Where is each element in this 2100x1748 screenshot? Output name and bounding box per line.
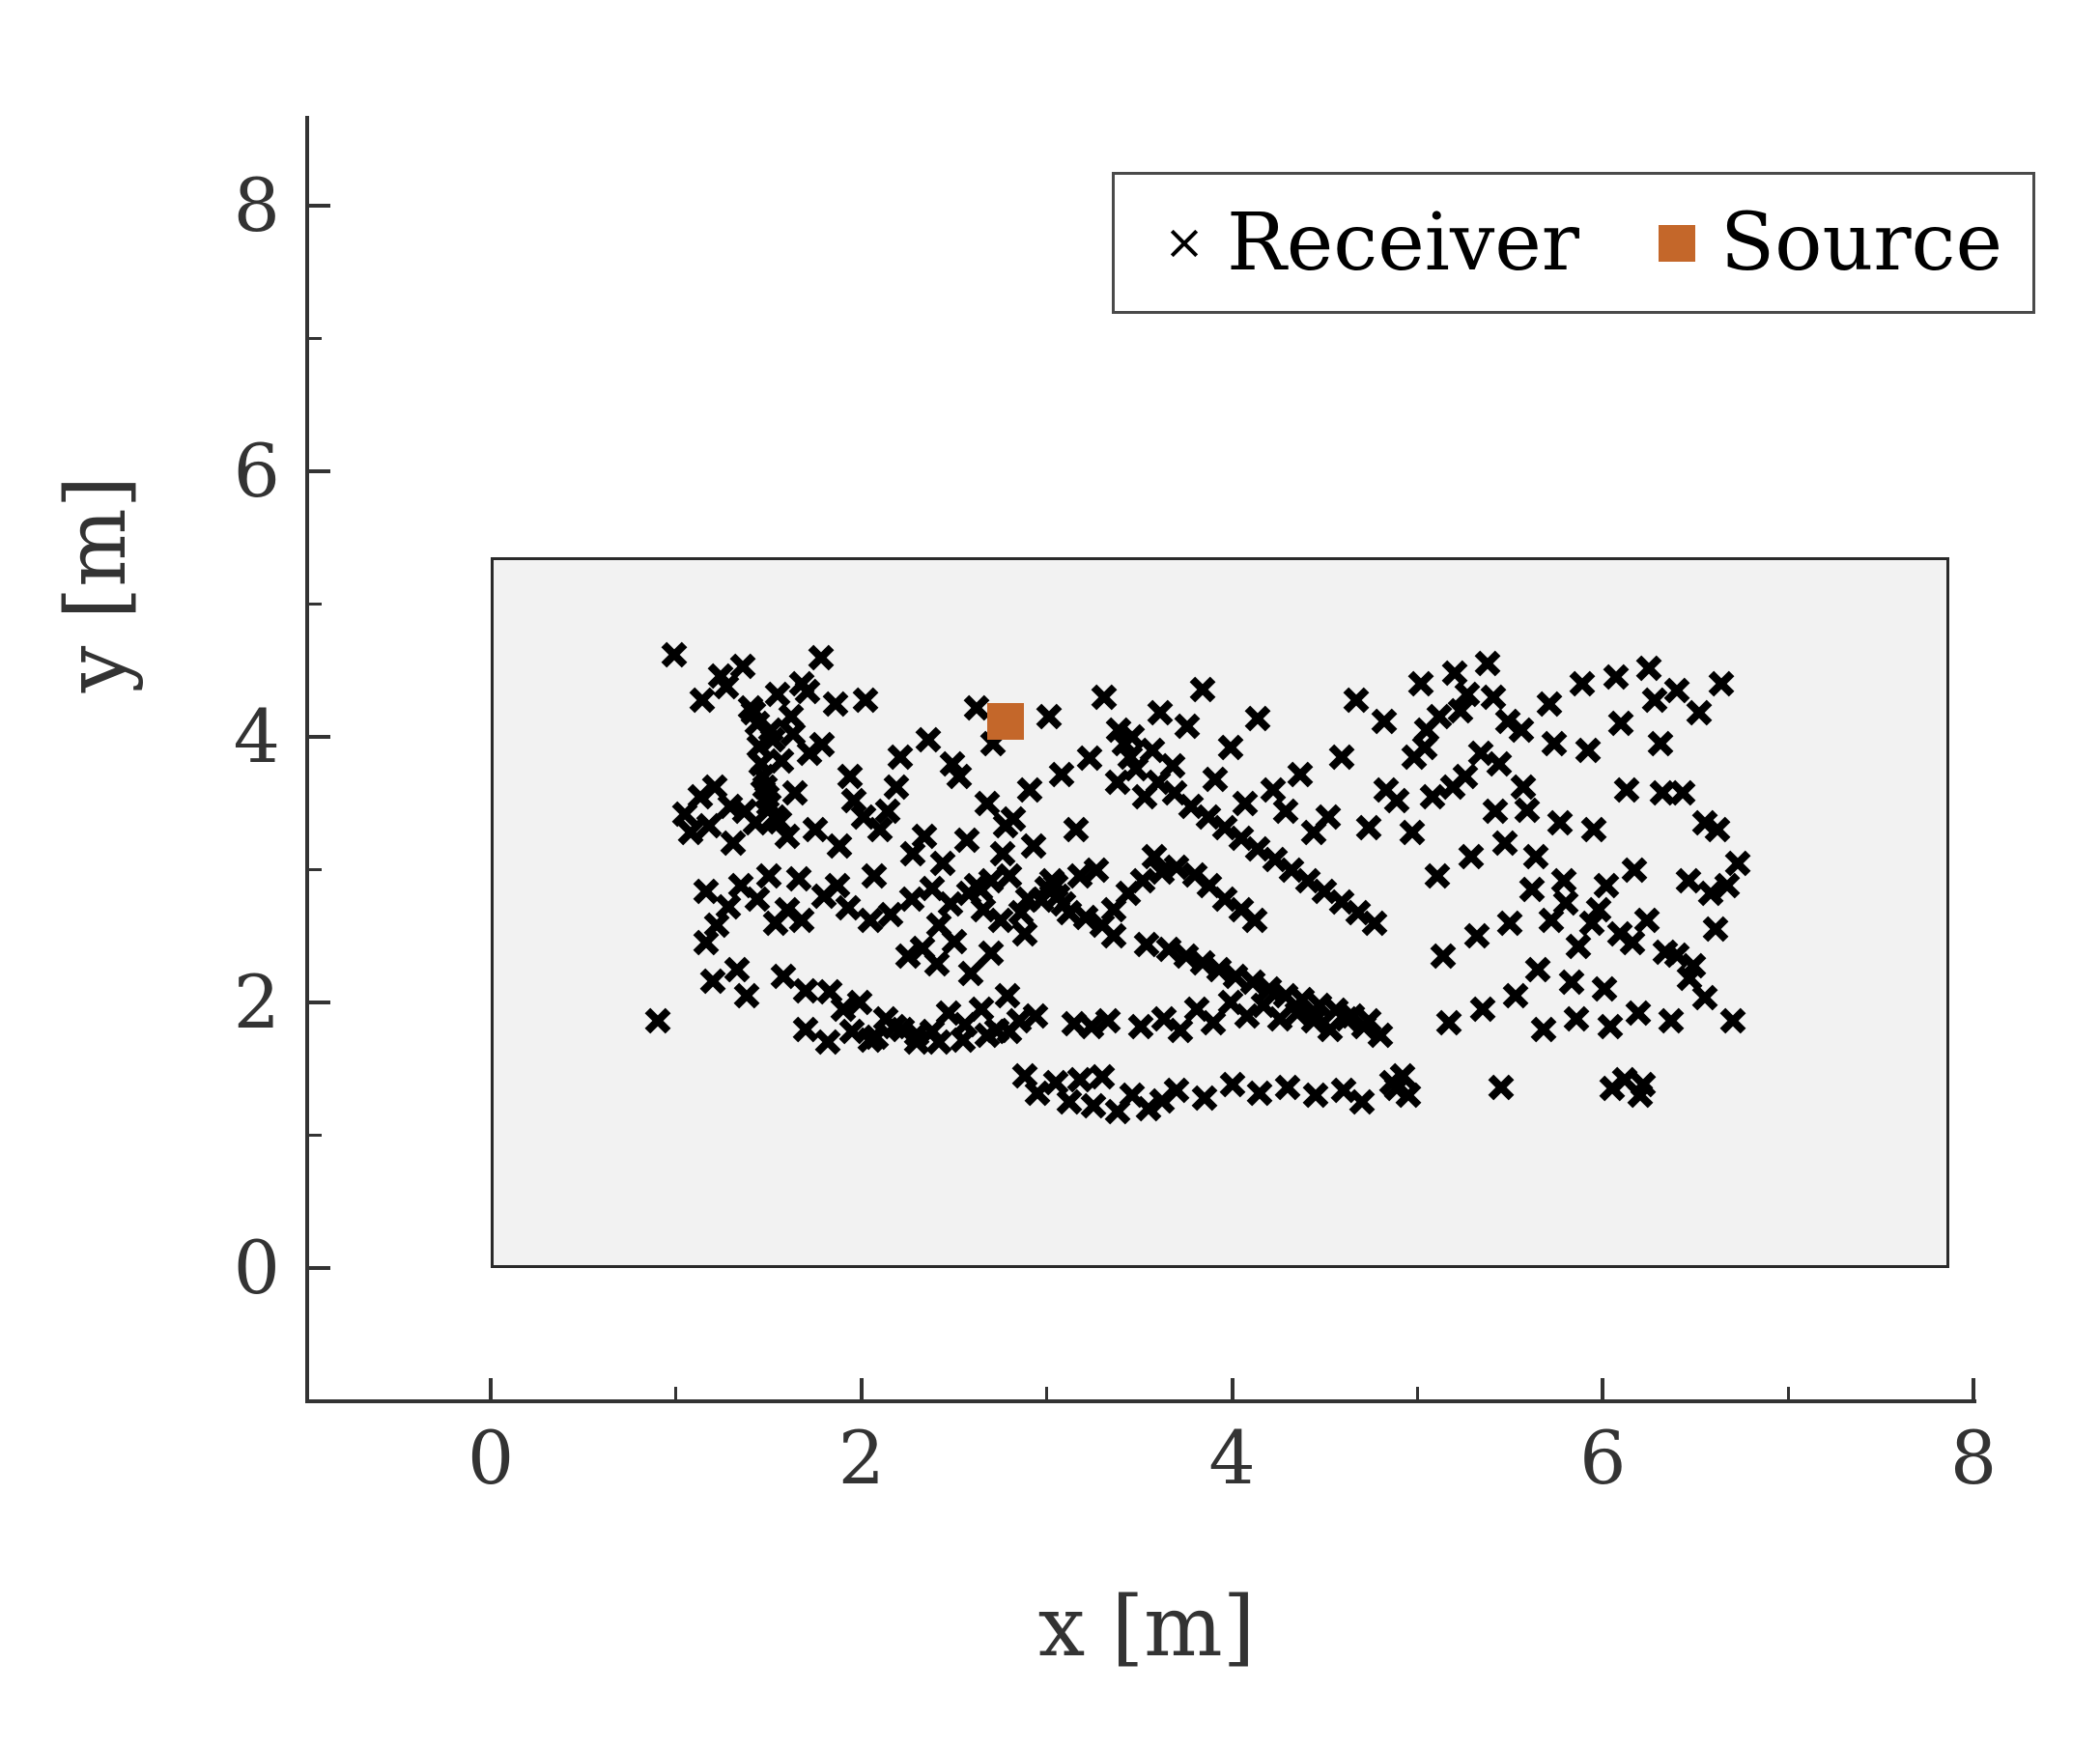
x-tick-label-4: 4 (1208, 1415, 1256, 1501)
scatter-plot-figure: 0 2 4 6 8 0 2 4 6 8 x [m] y [m] Receiver Source (0, 0, 2100, 1748)
x-tick-minor (1045, 1387, 1049, 1399)
y-tick-label-2: 2 (233, 959, 280, 1045)
x-tick-8 (1972, 1378, 1975, 1399)
y-axis-line (305, 116, 309, 1403)
x-tick-label-2: 2 (837, 1415, 885, 1501)
y-tick-minor (309, 868, 322, 871)
x-axis-title: x [m] (1037, 1579, 1256, 1676)
x-axis-line (305, 1399, 1976, 1403)
x-tick-label-8: 8 (1949, 1415, 1998, 1501)
x-tick-minor (674, 1387, 678, 1399)
x-tick-2 (859, 1378, 864, 1399)
x-tick-label-0: 0 (467, 1415, 515, 1501)
y-tick-8 (309, 204, 330, 208)
y-tick-6 (309, 469, 330, 473)
y-tick-label-8: 8 (233, 162, 280, 248)
x-tick-minor (1786, 1387, 1790, 1399)
legend-label-receiver: Receiver (1227, 196, 1579, 289)
receiver-x-marker-icon (1167, 226, 1202, 261)
x-tick-label-6: 6 (1579, 1415, 1627, 1501)
y-tick-label-0: 0 (233, 1225, 280, 1311)
x-tick-minor (1415, 1387, 1419, 1399)
y-tick-minor (309, 603, 322, 606)
y-tick-2 (309, 1001, 330, 1004)
y-tick-0 (309, 1266, 330, 1270)
source-square-marker-icon (1659, 224, 1695, 262)
legend-box: Receiver Source (1112, 172, 2035, 314)
x-tick-6 (1601, 1378, 1605, 1399)
y-tick-label-6: 6 (233, 428, 280, 514)
y-axis-title: y [m] (48, 475, 145, 693)
room-outline (491, 557, 1950, 1268)
y-tick-4 (309, 735, 330, 739)
legend-entry-receiver: Receiver (1167, 196, 1579, 289)
legend-label-source: Source (1720, 196, 2003, 289)
y-tick-minor (309, 337, 322, 340)
x-tick-4 (1230, 1378, 1234, 1399)
y-tick-minor (309, 1134, 322, 1137)
y-tick-label-4: 4 (233, 693, 280, 779)
legend-entry-source: Source (1659, 196, 2003, 289)
x-tick-0 (489, 1378, 493, 1399)
